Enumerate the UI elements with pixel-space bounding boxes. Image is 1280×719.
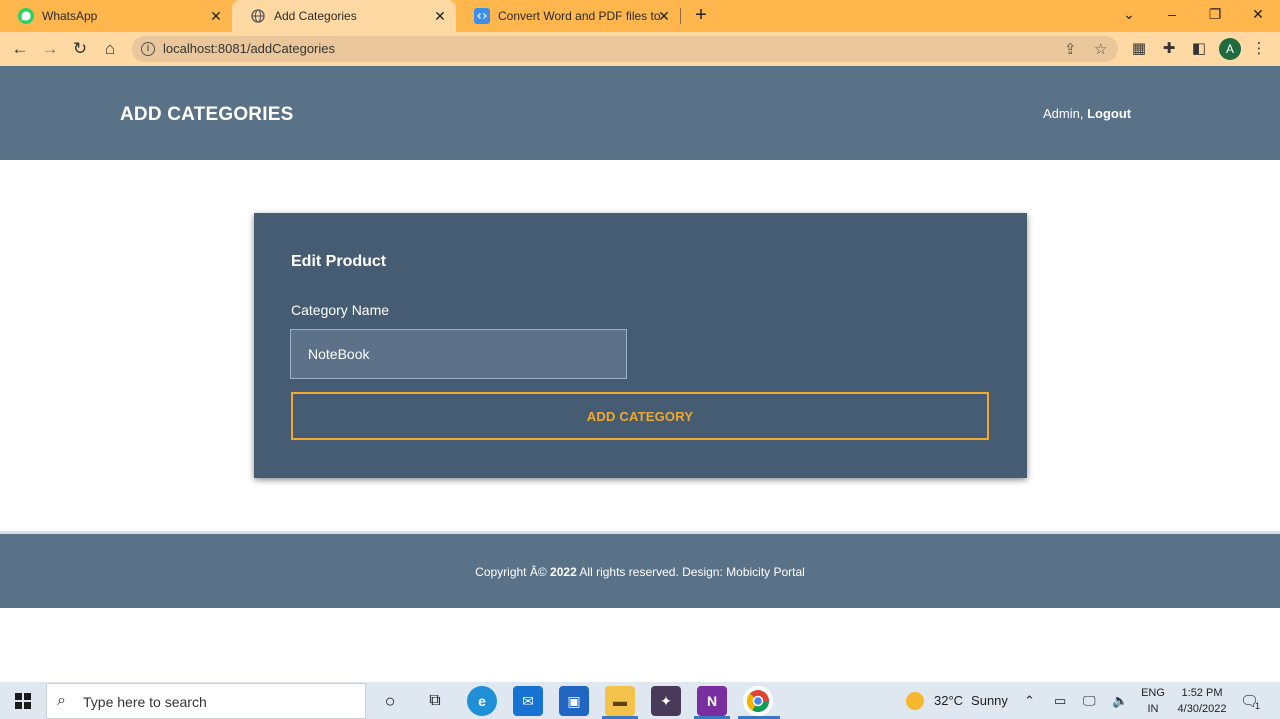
restore-icon[interactable]: ❐ bbox=[1193, 0, 1237, 30]
windows-start-icon[interactable] bbox=[0, 682, 46, 719]
app-game-icon[interactable]: ✦ bbox=[651, 686, 681, 716]
system-clock[interactable]: 1:52 PM 4/30/2022 bbox=[1172, 685, 1232, 717]
back-arrow-icon[interactable]: ← bbox=[8, 37, 32, 61]
windows-taskbar: ⌕ Type here to search ○ ⧉ e ✉ ▣ ▬ ✦ N 32… bbox=[0, 682, 1280, 719]
logout-link[interactable]: Logout bbox=[1087, 106, 1131, 121]
battery-icon[interactable]: ▭ bbox=[1054, 682, 1066, 719]
tab-title: WhatsApp bbox=[42, 9, 98, 23]
whatsapp-icon bbox=[18, 8, 34, 24]
tab-add-categories[interactable]: Add Categories ✕ bbox=[232, 0, 456, 32]
puzzle-extensions-icon[interactable]: ✚ bbox=[1158, 38, 1180, 60]
close-tab-icon[interactable]: ✕ bbox=[432, 8, 448, 24]
language-indicator[interactable]: ENG IN bbox=[1140, 685, 1166, 717]
tab-convert-word[interactable]: Convert Word and PDF files to H ✕ bbox=[456, 0, 680, 32]
search-icon: ⌕ bbox=[57, 692, 66, 709]
browser-toolbar: ← → ↻ ⌂ i localhost:8081/addCategories ⇪… bbox=[0, 32, 1280, 66]
page-footer: Copyright Â© 2022 All rights reserved. D… bbox=[0, 534, 1280, 608]
chrome-icon[interactable] bbox=[743, 686, 773, 716]
mail-icon[interactable]: ✉ bbox=[513, 686, 543, 716]
side-panel-icon[interactable]: ◧ bbox=[1188, 38, 1210, 60]
copyright-prefix: Copyright Â© bbox=[475, 565, 547, 579]
taskbar-search-box[interactable]: ⌕ Type here to search bbox=[46, 683, 366, 719]
lang-region: IN bbox=[1147, 703, 1159, 715]
file-explorer-icon[interactable]: ▬ bbox=[605, 686, 635, 716]
kebab-menu-icon[interactable]: ⋮ bbox=[1248, 38, 1270, 60]
admin-label: Admin, bbox=[1043, 106, 1084, 121]
extension-se-icon[interactable]: ▦ bbox=[1128, 38, 1150, 60]
new-tab-icon[interactable]: + bbox=[690, 4, 712, 26]
globe-icon bbox=[250, 8, 266, 24]
category-name-label: Category Name bbox=[291, 302, 390, 318]
network-icon[interactable]: 🖵 bbox=[1083, 682, 1096, 719]
user-area: Admin, Logout bbox=[1043, 106, 1131, 121]
forward-arrow-icon[interactable]: → bbox=[38, 37, 62, 61]
form-heading: Edit Product bbox=[291, 253, 387, 270]
chevron-down-icon[interactable]: ⌄ bbox=[1107, 0, 1151, 30]
page-title: ADD CATEGORIES bbox=[120, 104, 294, 125]
browser-tab-strip: WhatsApp ✕ Add Categories ✕ Convert Word… bbox=[0, 0, 1280, 32]
category-form-card: Edit Product Category Name ADD CATEGORY bbox=[254, 213, 1027, 478]
tab-title: Convert Word and PDF files to H bbox=[498, 9, 660, 23]
chevron-up-icon[interactable]: ⌃ bbox=[1024, 682, 1035, 719]
url-text: localhost:8081/addCategories bbox=[163, 41, 336, 56]
notification-count: 1 bbox=[1255, 700, 1261, 711]
address-bar[interactable]: i localhost:8081/addCategories ⇪ ☆ bbox=[132, 36, 1118, 62]
profile-avatar[interactable]: A bbox=[1219, 38, 1241, 60]
weather-temp: 32°C bbox=[934, 693, 964, 708]
clock-time: 1:52 PM bbox=[1181, 687, 1223, 699]
home-icon[interactable]: ⌂ bbox=[98, 37, 122, 61]
lang-code: ENG bbox=[1141, 687, 1165, 699]
copyright-year: 2022 bbox=[550, 565, 577, 579]
minimize-icon[interactable]: – bbox=[1150, 0, 1194, 30]
tab-separator bbox=[680, 8, 681, 24]
page-header: ADD CATEGORIES Admin, Logout bbox=[0, 66, 1280, 160]
bookmark-star-icon[interactable]: ☆ bbox=[1094, 40, 1107, 58]
edge-icon[interactable]: e bbox=[467, 686, 497, 716]
onenote-icon[interactable]: N bbox=[697, 686, 727, 716]
weather-desc: Sunny bbox=[971, 693, 1008, 708]
volume-icon[interactable]: 🔈 bbox=[1112, 682, 1128, 719]
site-info-icon[interactable]: i bbox=[141, 42, 155, 56]
sun-icon bbox=[906, 691, 924, 710]
share-icon[interactable]: ⇪ bbox=[1064, 40, 1077, 58]
category-name-input[interactable] bbox=[290, 329, 627, 379]
close-tab-icon[interactable]: ✕ bbox=[656, 8, 672, 24]
cortana-icon[interactable]: ○ bbox=[375, 686, 405, 716]
weather-widget[interactable]: 32°C Sunny bbox=[906, 682, 1008, 719]
close-tab-icon[interactable]: ✕ bbox=[208, 8, 224, 24]
copyright-text: Copyright Â© 2022 All rights reserved. D… bbox=[0, 565, 1280, 579]
clock-date: 4/30/2022 bbox=[1177, 703, 1227, 715]
tab-whatsapp[interactable]: WhatsApp ✕ bbox=[0, 0, 232, 32]
notification-icon[interactable]: 🗨 1 bbox=[1240, 682, 1260, 719]
store-icon[interactable]: ▣ bbox=[559, 686, 589, 716]
search-placeholder: Type here to search bbox=[83, 694, 207, 710]
reload-icon[interactable]: ↻ bbox=[68, 37, 92, 61]
close-window-icon[interactable]: ✕ bbox=[1236, 0, 1280, 30]
task-view-icon[interactable]: ⧉ bbox=[420, 686, 450, 716]
code-icon bbox=[474, 8, 490, 24]
add-category-button[interactable]: ADD CATEGORY bbox=[291, 392, 989, 440]
tab-title: Add Categories bbox=[274, 9, 357, 23]
copyright-suffix: All rights reserved. Design: Mobicity Po… bbox=[579, 565, 805, 579]
